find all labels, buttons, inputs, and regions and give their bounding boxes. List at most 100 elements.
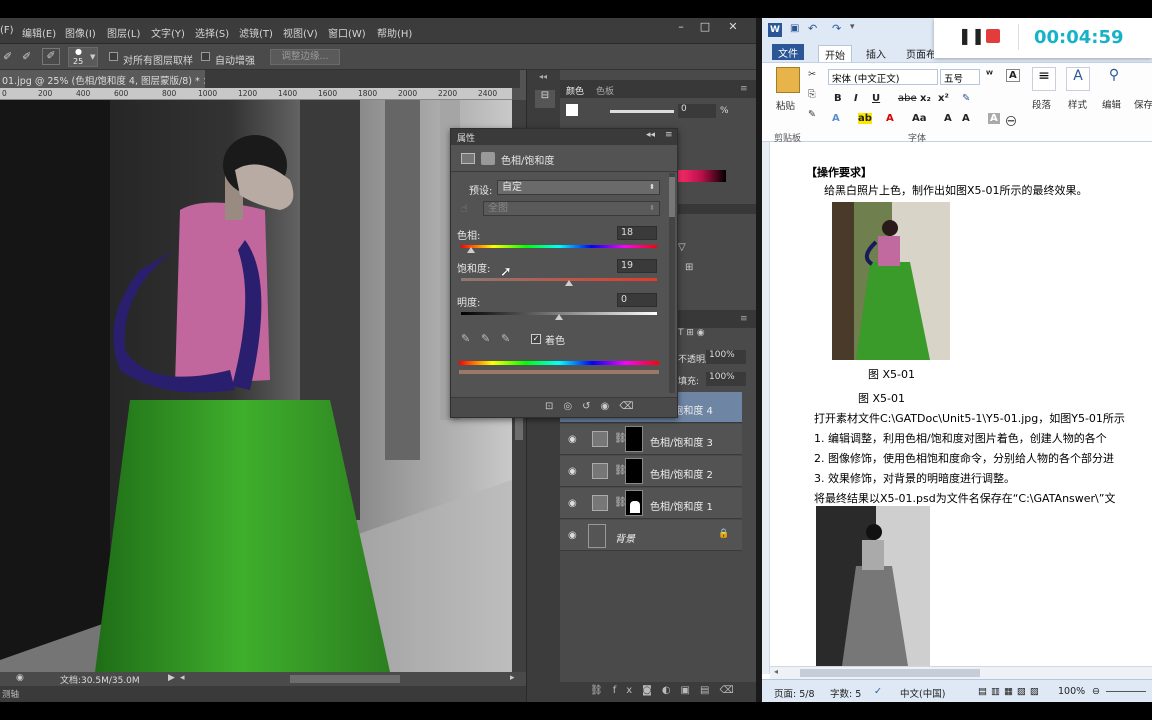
eye-icon[interactable]: ◉ — [568, 434, 577, 445]
properties-tab[interactable]: 属性 — [457, 131, 475, 144]
tab-file[interactable]: 文件 — [772, 44, 804, 60]
zoom-icon[interactable]: ◉ — [16, 673, 24, 683]
saturation-slider-track[interactable] — [461, 278, 657, 281]
font-color-icon[interactable]: A — [886, 113, 894, 124]
maximize-icon[interactable]: □ — [694, 19, 716, 34]
layers-footer-icons[interactable]: ⛓fx◙◐▣▤⌫ — [560, 682, 756, 702]
page-count[interactable]: 页面: 5/8 — [774, 686, 815, 700]
menu-image[interactable]: 图像(I) — [65, 25, 96, 40]
eye-icon[interactable]: ◉ — [568, 466, 577, 477]
scroll-left-icon[interactable]: ◂ — [774, 667, 778, 676]
target-hand-icon[interactable]: ☝ — [461, 202, 468, 215]
color-spectrum[interactable] — [678, 170, 726, 182]
saturation-slider-thumb[interactable] — [564, 280, 573, 286]
eye-icon[interactable]: ◉ — [568, 530, 577, 541]
font-name-select[interactable]: 宋体 (中文正文) — [828, 69, 938, 85]
char-shading-icon[interactable]: A — [988, 113, 1000, 124]
properties-footer-icons[interactable]: ⊡◎↺◉⌫ — [451, 397, 677, 417]
layer-mask-thumb[interactable] — [625, 426, 643, 452]
preset-select[interactable]: 自定 ⬍ — [497, 180, 660, 195]
tab-swatches[interactable]: 色板 — [596, 84, 614, 97]
paragraph-icon[interactable]: ≡ — [1032, 67, 1056, 91]
find-icon[interactable]: ⚲ — [1102, 67, 1126, 91]
image-canvas[interactable] — [0, 100, 512, 672]
color-value[interactable]: 0 — [678, 104, 716, 118]
layer-row-hue-sat-2[interactable]: ◉ ⛓ 色相/饱和度 2 — [560, 456, 742, 487]
styles-icon[interactable]: A — [1066, 67, 1090, 91]
collapse-icon[interactable]: ◂◂ — [646, 130, 655, 140]
tab-color[interactable]: 颜色 — [566, 84, 584, 97]
enlarge-font-icon[interactable]: A — [962, 113, 970, 124]
zoom-level[interactable]: 100% — [1058, 686, 1085, 697]
mask-icon[interactable] — [481, 152, 495, 165]
zoom-slider[interactable] — [1106, 691, 1146, 692]
layer-row-hue-sat-3[interactable]: ◉ ⛓ 色相/饱和度 3 — [560, 424, 742, 455]
eyedropper-minus-icon[interactable]: ✎ — [501, 332, 510, 345]
layer-mask-thumb[interactable] — [625, 490, 643, 516]
scroll-thumb[interactable] — [669, 177, 675, 217]
auto-enhance-checkbox[interactable] — [201, 52, 210, 61]
clear-format-icon[interactable]: ✎ — [962, 93, 970, 104]
document-tab[interactable]: 01.jpg @ 25% (色相/饱和度 4, 图层蒙版/8) * × — [0, 70, 205, 88]
undo-icon[interactable]: ↶ — [808, 22, 817, 35]
edit-button[interactable]: 编辑 — [1102, 97, 1121, 111]
menu-file[interactable]: (F) — [0, 25, 14, 36]
scroll-right-icon[interactable]: ▸ — [510, 673, 515, 683]
play-icon[interactable]: ▶ — [168, 673, 175, 683]
adjustment-vibrance-icon[interactable]: ▽ — [678, 242, 686, 253]
menu-help[interactable]: 帮助(H) — [377, 25, 412, 40]
quick-save-icon[interactable]: ▣ — [790, 23, 799, 34]
underline-icon[interactable]: U — [872, 93, 880, 104]
paste-icon[interactable] — [776, 67, 800, 93]
font-size-select[interactable]: 五号 — [940, 69, 980, 85]
paragraph-button[interactable]: 段落 — [1032, 97, 1051, 111]
history-icon[interactable]: ⊟ — [535, 90, 555, 108]
stop-icon[interactable] — [986, 29, 1000, 43]
menu-window[interactable]: 窗口(W) — [328, 25, 366, 40]
collapse-icon[interactable]: ◂◂ — [539, 72, 547, 81]
layer-row-hue-sat-1[interactable]: ◉ ⛓ 色相/饱和度 1 — [560, 488, 742, 519]
redo-icon[interactable]: ↷ — [832, 22, 841, 35]
layer-row-background[interactable]: ◉ 背景 🔒 — [560, 520, 742, 551]
pause-icon[interactable]: ❚❚ — [958, 26, 985, 45]
styles-button[interactable]: 样式 — [1068, 97, 1087, 111]
saturation-value[interactable]: 19 — [617, 259, 657, 273]
zoom-out-icon[interactable]: ⊖ — [1092, 686, 1100, 697]
eye-icon[interactable]: ◉ — [568, 498, 577, 509]
view-buttons-icon[interactable]: ▤▥▦▧▨ — [978, 686, 1043, 697]
strikethrough-icon[interactable]: abe — [898, 93, 917, 104]
colorize-checkbox[interactable]: ✓ — [531, 334, 541, 344]
lightness-value[interactable]: 0 — [617, 293, 657, 307]
highlight-icon[interactable]: ab — [858, 113, 872, 124]
properties-scrollbar[interactable] — [669, 173, 675, 393]
subscript-icon[interactable]: x₂ — [920, 93, 931, 104]
sample-all-checkbox[interactable] — [109, 52, 118, 61]
panel-menu-icon[interactable]: ≡ — [740, 84, 748, 94]
tab-insert[interactable]: 插入 — [860, 45, 892, 62]
panel-menu-icon[interactable]: ≡ — [740, 314, 748, 324]
eyedropper-icon[interactable]: ✎ — [461, 332, 470, 345]
hue-slider-thumb[interactable] — [466, 247, 475, 253]
channel-select[interactable]: 全图 ⬍ — [483, 201, 660, 216]
superscript-icon[interactable]: x² — [938, 93, 949, 104]
copy-icon[interactable]: ⎘ — [808, 89, 816, 100]
bold-icon[interactable]: B — [834, 93, 842, 104]
shrink-font-icon[interactable]: A — [944, 113, 952, 124]
paste-label[interactable]: 粘贴 — [776, 98, 795, 112]
menu-type[interactable]: 文字(Y) — [151, 25, 185, 40]
text-effect-icon[interactable]: A — [832, 113, 840, 124]
opacity-field[interactable]: 100% — [706, 350, 746, 364]
quick-select-add-icon[interactable]: ✐ — [22, 50, 31, 63]
language[interactable]: 中文(中国) — [900, 686, 945, 700]
save-to-cloud-button[interactable]: 保存 — [1134, 97, 1152, 111]
filter-type-icon[interactable]: T ⊞ ◉ — [678, 328, 705, 338]
menu-select[interactable]: 选择(S) — [195, 25, 229, 40]
quick-select-subtract-icon[interactable]: ✐ — [42, 48, 60, 65]
refine-edge-button[interactable]: 调整边缘... — [270, 49, 340, 65]
menu-filter[interactable]: 滤镜(T) — [239, 25, 273, 40]
change-case-icon[interactable]: Aa — [912, 113, 927, 124]
horizontal-scroll-thumb[interactable] — [290, 675, 400, 683]
cut-icon[interactable]: ✂ — [808, 69, 816, 80]
panel-menu-icon[interactable]: ≡ — [665, 130, 673, 140]
menu-edit[interactable]: 编辑(E) — [22, 25, 56, 40]
